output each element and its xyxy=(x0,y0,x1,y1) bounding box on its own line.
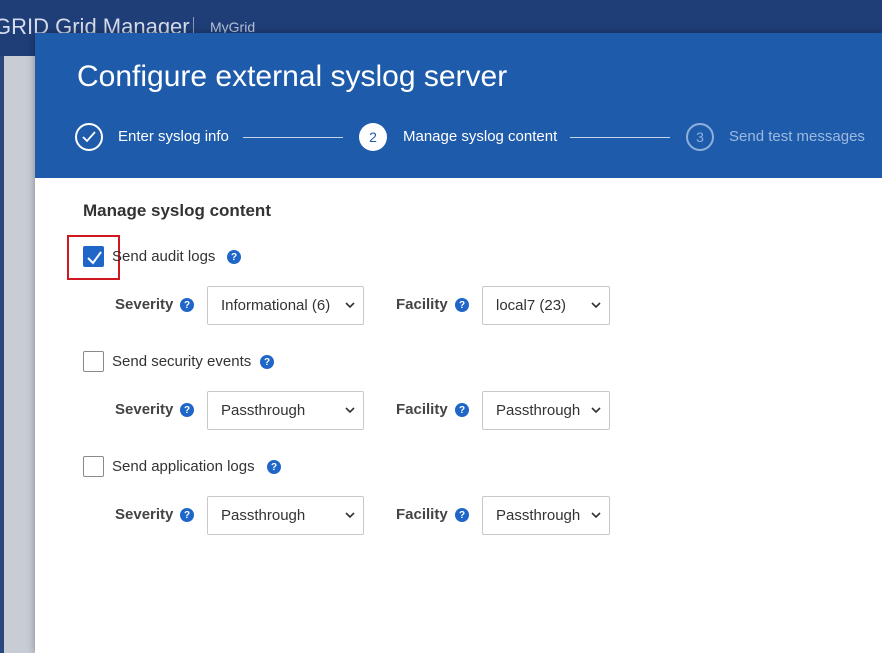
help-icon[interactable]: ? xyxy=(227,250,241,264)
step-connector xyxy=(243,137,343,138)
chevron-down-icon xyxy=(591,302,601,309)
select-value: Passthrough xyxy=(221,402,306,419)
audit-logs-label[interactable]: Send audit logs xyxy=(112,248,215,265)
audit-severity-select[interactable]: Informational (6) xyxy=(207,286,364,325)
modal-title: Configure external syslog server xyxy=(77,60,508,93)
application-facility-label: Facility xyxy=(396,506,448,523)
help-icon[interactable]: ? xyxy=(267,460,281,474)
chevron-down-icon xyxy=(591,512,601,519)
chevron-down-icon xyxy=(345,407,355,414)
help-icon[interactable]: ? xyxy=(180,403,194,417)
step-3-number: 3 xyxy=(686,123,714,151)
security-facility-select[interactable]: Passthrough xyxy=(482,391,610,430)
audit-facility-select[interactable]: local7 (23) xyxy=(482,286,610,325)
step-1-label[interactable]: Enter syslog info xyxy=(118,128,229,145)
application-severity-label: Severity xyxy=(115,506,174,523)
application-logs-checkbox[interactable] xyxy=(83,456,104,477)
application-logs-label[interactable]: Send application logs xyxy=(112,458,255,475)
help-icon[interactable]: ? xyxy=(455,508,469,522)
select-value: Passthrough xyxy=(496,402,581,419)
section-title: Manage syslog content xyxy=(83,201,271,220)
security-severity-select[interactable]: Passthrough xyxy=(207,391,364,430)
application-severity-select[interactable]: Passthrough xyxy=(207,496,364,535)
checkmark-icon xyxy=(87,251,102,265)
security-events-label[interactable]: Send security events xyxy=(112,353,251,370)
security-events-checkbox[interactable] xyxy=(83,351,104,372)
step-3-label: Send test messages xyxy=(729,128,865,145)
help-icon[interactable]: ? xyxy=(260,355,274,369)
select-value: Informational (6) xyxy=(221,297,331,314)
help-icon[interactable]: ? xyxy=(455,403,469,417)
syslog-modal: Configure external syslog server Enter s… xyxy=(35,33,882,653)
step-connector xyxy=(570,137,670,138)
help-icon[interactable]: ? xyxy=(180,298,194,312)
audit-logs-checkbox[interactable] xyxy=(83,246,104,267)
step-2-number: 2 xyxy=(359,123,387,151)
security-facility-label: Facility xyxy=(396,401,448,418)
help-icon[interactable]: ? xyxy=(180,508,194,522)
chevron-down-icon xyxy=(345,302,355,309)
modal-header: Configure external syslog server Enter s… xyxy=(35,33,882,178)
step-2-label: Manage syslog content xyxy=(403,128,558,145)
audit-severity-label: Severity xyxy=(115,296,174,313)
chevron-down-icon xyxy=(345,512,355,519)
application-facility-select[interactable]: Passthrough xyxy=(482,496,610,535)
audit-facility-label: Facility xyxy=(396,296,448,313)
chevron-down-icon xyxy=(591,407,601,414)
background-content xyxy=(4,56,35,653)
select-value: Passthrough xyxy=(496,507,581,524)
security-severity-label: Severity xyxy=(115,401,174,418)
help-icon[interactable]: ? xyxy=(455,298,469,312)
step-1-check-icon[interactable] xyxy=(75,123,103,151)
select-value: local7 (23) xyxy=(496,297,567,314)
stepper: Enter syslog info 2 Manage syslog conten… xyxy=(75,123,882,153)
select-value: Passthrough xyxy=(221,507,306,524)
